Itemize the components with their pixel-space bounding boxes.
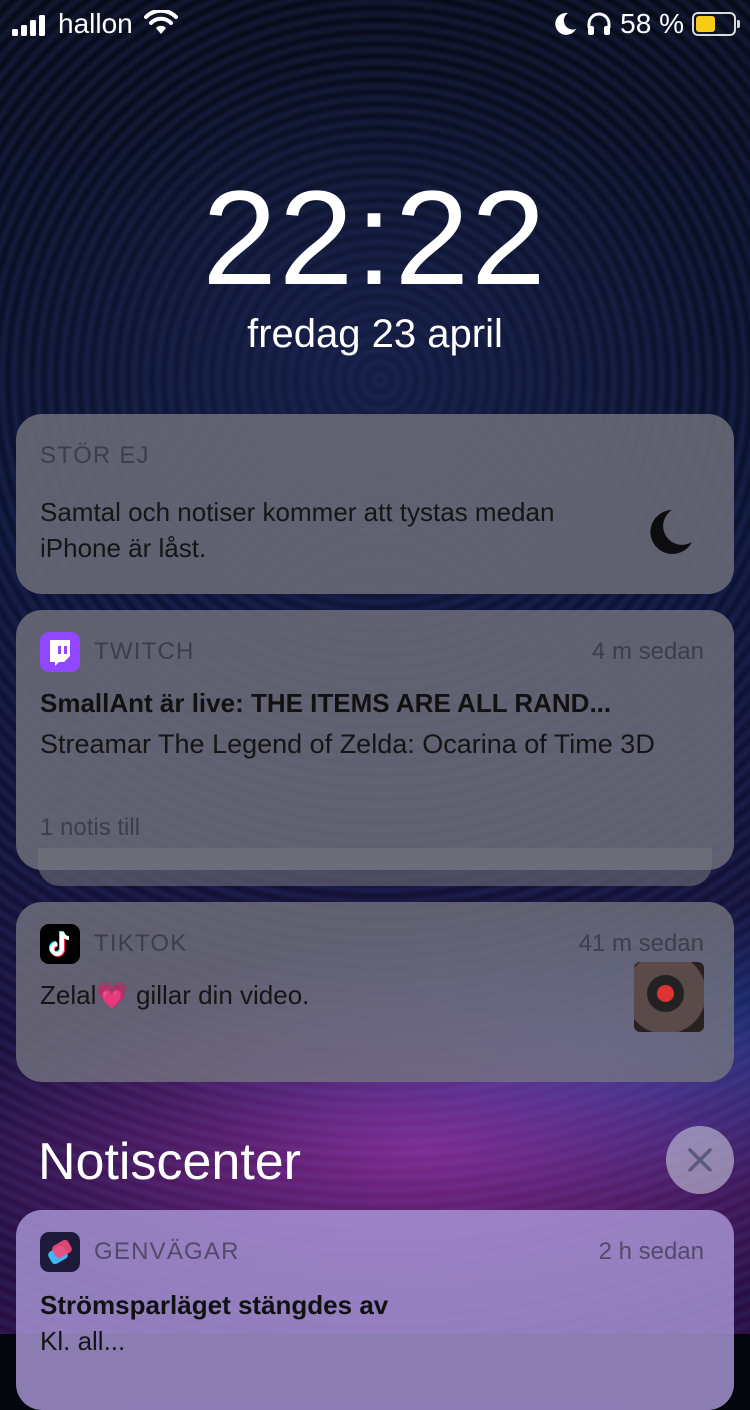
- tiktok-body: Zelal💗 gillar din video.: [40, 980, 310, 1010]
- shortcuts-title: Strömsparläget stängdes av: [40, 1290, 389, 1320]
- lock-date: fredag 23 april: [247, 312, 503, 356]
- twitch-icon: [40, 632, 80, 672]
- headphones-icon: [587, 12, 611, 35]
- twitch-body: Streamar The Legend of Zelda: Ocarina of…: [40, 729, 655, 759]
- tiktok-notification[interactable]: TIKTOK 41 m sedan Zelal💗 gillar din vide…: [16, 902, 734, 1082]
- twitch-app-name: TWITCH: [94, 638, 195, 665]
- shortcuts-body: Kl. all...: [40, 1326, 126, 1356]
- lock-time: 22:22: [202, 164, 548, 313]
- wifi-icon: [144, 10, 178, 34]
- shortcuts-time: 2 h sedan: [598, 1238, 704, 1265]
- twitch-notification[interactable]: TWITCH 4 m sedan SmallAnt är live: THE I…: [16, 610, 734, 870]
- moon-icon: [650, 510, 692, 554]
- shortcuts-app-name: GENVÄGAR: [94, 1238, 240, 1265]
- status-bar: hallon 58 %: [0, 0, 750, 50]
- tiktok-icon: [40, 924, 80, 964]
- battery-percent: 58 %: [620, 8, 684, 39]
- notification-center-title: Notiscenter: [38, 1133, 301, 1191]
- dnd-title: STÖR EJ: [40, 442, 150, 469]
- battery-level: [696, 16, 715, 32]
- clear-notifications-button[interactable]: [666, 1126, 734, 1194]
- battery-icon: [692, 12, 740, 36]
- twitch-time: 4 m sedan: [591, 638, 704, 665]
- dnd-notification[interactable]: STÖR EJ Samtal och notiser kommer att ty…: [16, 414, 734, 594]
- carrier-name: hallon: [58, 8, 133, 39]
- moon-icon: [555, 12, 577, 35]
- close-icon: [688, 1148, 712, 1172]
- video-thumbnail: [634, 962, 704, 1032]
- tiktok-app-name: TIKTOK: [94, 930, 188, 957]
- twitch-more-count[interactable]: 1 notis till: [40, 814, 140, 842]
- shortcuts-notification[interactable]: GENVÄGAR 2 h sedan Strömsparläget stängd…: [16, 1210, 734, 1410]
- dnd-body: Samtal och notiser kommer att tystas med…: [40, 497, 555, 563]
- tiktok-time: 41 m sedan: [578, 930, 704, 957]
- shortcuts-icon: [40, 1232, 80, 1272]
- twitch-title: SmallAnt är live: THE ITEMS ARE ALL RAND…: [40, 688, 612, 718]
- signal-icon: [12, 14, 52, 36]
